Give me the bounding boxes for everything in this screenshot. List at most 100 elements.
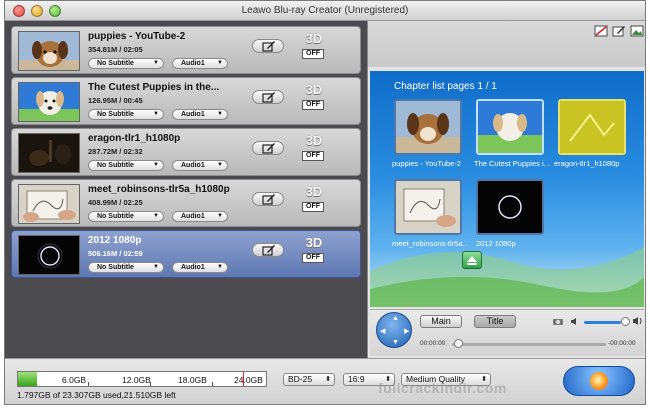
3d-label: 3D [305, 184, 323, 199]
video-item[interactable]: eragon-tlr1_h1080p 287.72M / 02:32 No Su… [11, 128, 361, 176]
main-menu-button[interactable]: Main [420, 315, 462, 328]
subtitle-value: No Subtitle [97, 264, 134, 271]
capacity-tick [150, 382, 151, 386]
chapter-thumbnail[interactable] [394, 179, 462, 235]
capacity-info: 1.797GB of 23.307GB used,21.510GB left [17, 390, 176, 400]
3d-label: 3D [305, 133, 323, 148]
3d-toggle[interactable]: OFF [302, 202, 324, 212]
nav-down-icon[interactable]: ▼ [392, 339, 399, 346]
edit-button[interactable] [252, 243, 284, 257]
volume-slider[interactable] [584, 321, 621, 324]
chapter-label: 2012 1080p [476, 239, 516, 248]
video-item[interactable]: puppies - YouTube-2 354.81M / 02:05 No S… [11, 26, 361, 74]
chapter-label: puppies - YouTube-2 [392, 159, 461, 168]
edit-button[interactable] [252, 141, 284, 155]
chevron-down-icon: ▼ [153, 60, 159, 66]
chevron-down-icon: ▼ [153, 264, 159, 270]
burn-button[interactable] [563, 366, 635, 396]
subtitle-dropdown[interactable]: No Subtitle ▼ [88, 109, 164, 120]
video-size-duration: 287.72M / 02:32 [88, 147, 143, 156]
subtitle-value: No Subtitle [97, 162, 134, 169]
video-title: meet_robinsons-tlr5a_h1080p [88, 184, 230, 195]
video-item-selected[interactable]: 2012 1080p 506.16M / 02:59 No Subtitle ▼ … [11, 230, 361, 278]
preview-panel: Chapter list pages 1 / 1 puppies - YouTu… [367, 21, 645, 358]
edit-button[interactable] [252, 192, 284, 206]
video-item[interactable]: meet_robinsons-tlr5a_h1080p 408.99M / 02… [11, 179, 361, 227]
chapter-thumbnail[interactable] [558, 99, 626, 155]
disc-type-value: BD-25 [288, 374, 313, 384]
chapter-label: eragon-tlr1_h1080p [554, 159, 620, 168]
chapter-up-button[interactable] [462, 251, 482, 269]
chevron-down-icon: ▼ [153, 111, 159, 117]
seek-bar[interactable] [452, 343, 606, 346]
chevron-down-icon: ▼ [217, 264, 223, 270]
up-arrow-icon [467, 256, 477, 265]
3d-toggle[interactable]: OFF [302, 100, 324, 110]
watermark-text: fullcrackindir.com [378, 380, 507, 396]
edit-menu-icon[interactable] [612, 25, 626, 37]
capacity-mark: 6.0GB [62, 375, 87, 385]
chapter-thumbnail[interactable] [394, 99, 462, 155]
chevron-down-icon: ▼ [217, 213, 223, 219]
no-menu-icon[interactable] [594, 25, 608, 37]
title-menu-button[interactable]: Title [474, 315, 516, 328]
subtitle-value: No Subtitle [97, 111, 134, 118]
capacity-tick [88, 382, 89, 386]
edit-button[interactable] [252, 90, 284, 104]
video-thumbnail [18, 31, 80, 71]
chapter-thumbnail[interactable] [476, 99, 544, 155]
capacity-mark: 12.0GB [122, 375, 151, 385]
chevron-down-icon: ▼ [217, 111, 223, 117]
video-title: puppies - YouTube-2 [88, 31, 186, 42]
capacity-used-fill [18, 372, 37, 386]
subtitle-dropdown[interactable]: No Subtitle ▼ [88, 211, 164, 222]
disc-type-select[interactable]: BD-25 ⬍ [283, 373, 335, 386]
video-size-duration: 408.99M / 02:25 [88, 198, 143, 207]
audio-dropdown[interactable]: Audio1 ▼ [172, 58, 228, 69]
subtitle-dropdown[interactable]: No Subtitle ▼ [88, 58, 164, 69]
chapter-list-title: Chapter list pages 1 / 1 [394, 81, 497, 92]
edit-button[interactable] [252, 39, 284, 53]
edit-icon [262, 143, 275, 154]
player-controls: ▲ ▼ ◀ ▶ Main Title 00:00:00 -00:00:00 [370, 309, 644, 356]
subtitle-dropdown[interactable]: No Subtitle ▼ [88, 262, 164, 273]
camera-icon[interactable] [552, 317, 564, 326]
3d-toggle[interactable]: OFF [302, 253, 324, 263]
3d-label: 3D [305, 82, 323, 97]
volume-knob[interactable] [621, 317, 630, 326]
audio-dropdown[interactable]: Audio1 ▼ [172, 262, 228, 273]
chevron-down-icon: ▼ [217, 162, 223, 168]
subtitle-dropdown[interactable]: No Subtitle ▼ [88, 160, 164, 171]
edit-icon [262, 92, 275, 103]
3d-label: 3D [305, 235, 323, 250]
disc-capacity-bar: 6.0GB 12.0GB 18.0GB 24.0GB [17, 371, 267, 387]
capacity-tick [212, 382, 213, 386]
video-size-duration: 126.95M / 00:45 [88, 96, 143, 105]
video-title: The Cutest Puppies in the... [88, 82, 220, 93]
video-item[interactable]: The Cutest Puppies in the... 126.95M / 0… [11, 77, 361, 125]
audio-dropdown[interactable]: Audio1 ▼ [172, 160, 228, 171]
video-title: 2012 1080p [88, 235, 142, 246]
audio-value: Audio1 [181, 264, 205, 271]
template-toolbar [368, 21, 645, 67]
video-thumbnail [18, 133, 80, 173]
seek-knob[interactable] [454, 339, 463, 348]
background-image-icon[interactable] [630, 25, 644, 37]
time-elapsed: 00:00:00 [420, 340, 446, 347]
chevron-down-icon: ▼ [153, 213, 159, 219]
nav-up-icon[interactable]: ▲ [392, 315, 399, 322]
edit-icon [262, 245, 275, 256]
time-remaining: -00:00:00 [608, 340, 636, 347]
3d-toggle[interactable]: OFF [302, 49, 324, 59]
3d-toggle[interactable]: OFF [302, 151, 324, 161]
audio-dropdown[interactable]: Audio1 ▼ [172, 109, 228, 120]
video-thumbnail [18, 235, 80, 275]
dvd-navigation-pad[interactable]: ▲ ▼ ◀ ▶ [376, 312, 412, 348]
audio-dropdown[interactable]: Audio1 ▼ [172, 211, 228, 222]
nav-left-icon[interactable]: ◀ [380, 327, 385, 335]
nav-right-icon[interactable]: ▶ [404, 327, 409, 335]
chapter-thumbnail[interactable] [476, 179, 544, 235]
chevron-updown-icon: ⬍ [325, 376, 331, 383]
edit-icon [262, 194, 275, 205]
edit-icon [262, 41, 275, 52]
